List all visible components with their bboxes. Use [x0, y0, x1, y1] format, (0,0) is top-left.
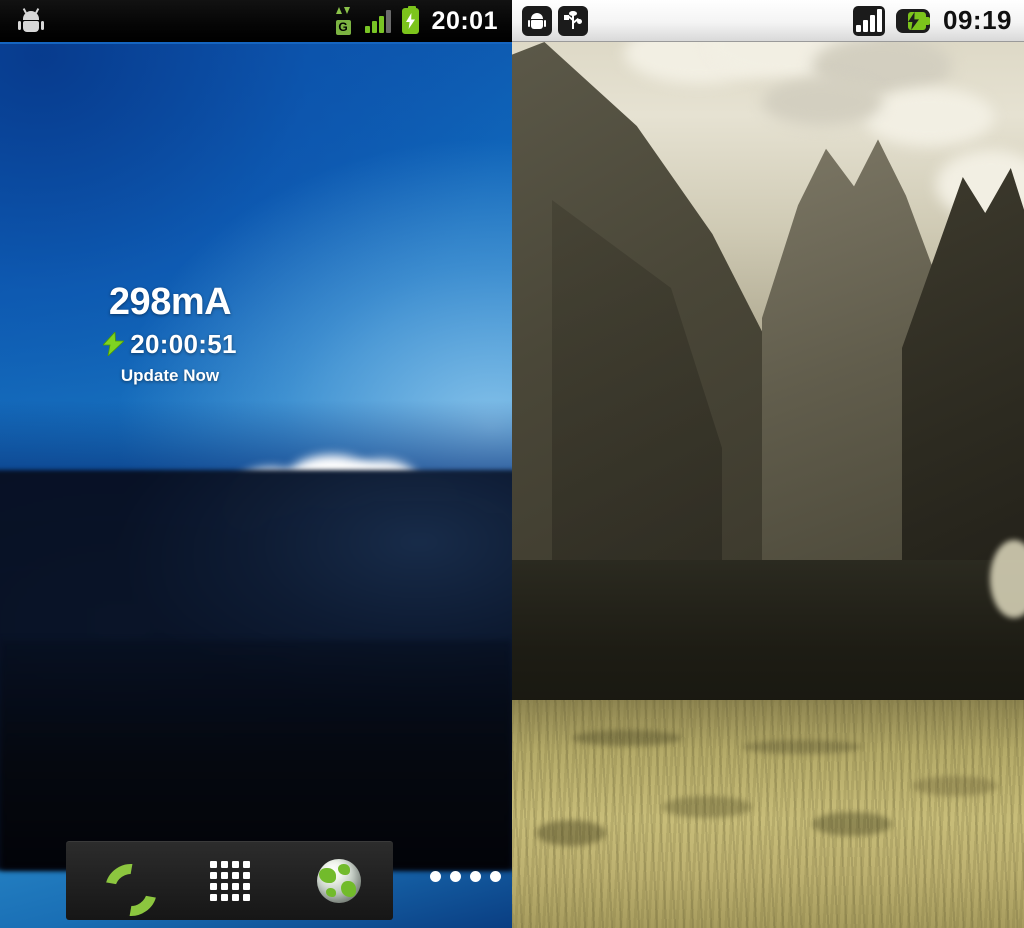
meadow-grass [512, 700, 1024, 928]
widget-time-row: 20:00:51 [60, 329, 280, 360]
cloud-base-shadow [0, 640, 512, 870]
dock-bar [66, 841, 393, 920]
sky-cloud [864, 88, 994, 146]
android-home-screen-right: 09:19 230mA Last update 09:15:37 Update … [512, 0, 1024, 928]
page-dot[interactable] [430, 871, 441, 882]
status-bar-icons: G [334, 6, 419, 35]
widget-update-now-label[interactable]: Update Now [60, 366, 280, 386]
grass-clump [742, 740, 862, 754]
globe-icon [316, 859, 361, 903]
screenshot-canvas: G 20:01 298mA 20:00:51 Update Now 09:19 [0, 0, 1024, 928]
android-home-screen-left: G 20:01 298mA 20:00:51 Update Now [0, 0, 512, 928]
status-bar-clock: 09:19 [943, 5, 1012, 35]
lightning-bolt-icon [405, 13, 415, 29]
grass-clump [912, 776, 998, 796]
grass-clump [572, 730, 682, 746]
gprs-letter: G [335, 20, 351, 35]
lightning-bolt-icon [907, 11, 919, 30]
android-notification-icon [522, 5, 552, 36]
dock-phone[interactable] [66, 842, 175, 920]
wallpaper-blue-sky [0, 0, 512, 928]
grass-clump [812, 812, 892, 836]
app-grid-icon [209, 861, 250, 901]
android-notification-icon [18, 8, 44, 33]
gprs-data-icon: G [334, 7, 354, 35]
status-bar-clock: 20:01 [431, 6, 498, 35]
page-indicator[interactable] [430, 871, 501, 882]
signal-bars-icon [364, 9, 391, 33]
status-bar[interactable]: 09:19 [512, 0, 1024, 42]
widget-last-update-time: 20:00:51 [130, 328, 237, 359]
page-dot[interactable] [450, 871, 461, 882]
battery-current-widget[interactable]: 298mA 20:00:51 Update Now [60, 281, 280, 386]
grass-clump [662, 796, 752, 818]
status-bar-icons [853, 5, 930, 36]
wallpaper-sepia-yosemite [512, 0, 1024, 928]
signal-bars-icon [853, 5, 885, 36]
widget-current-value: 298mA [108, 281, 232, 323]
battery-charging-icon [401, 6, 419, 34]
phone-icon [98, 858, 144, 904]
battery-charging-icon [896, 8, 930, 33]
sky-cloud [762, 78, 882, 126]
lightning-bolt-icon [103, 332, 125, 357]
page-dot[interactable] [490, 871, 501, 882]
page-dot[interactable] [470, 871, 481, 882]
dock-app-drawer[interactable] [175, 842, 284, 920]
dock-browser[interactable] [284, 842, 393, 920]
usb-connected-icon [558, 5, 588, 36]
grass-clump [536, 820, 606, 846]
status-bar[interactable]: G 20:01 [0, 0, 512, 44]
